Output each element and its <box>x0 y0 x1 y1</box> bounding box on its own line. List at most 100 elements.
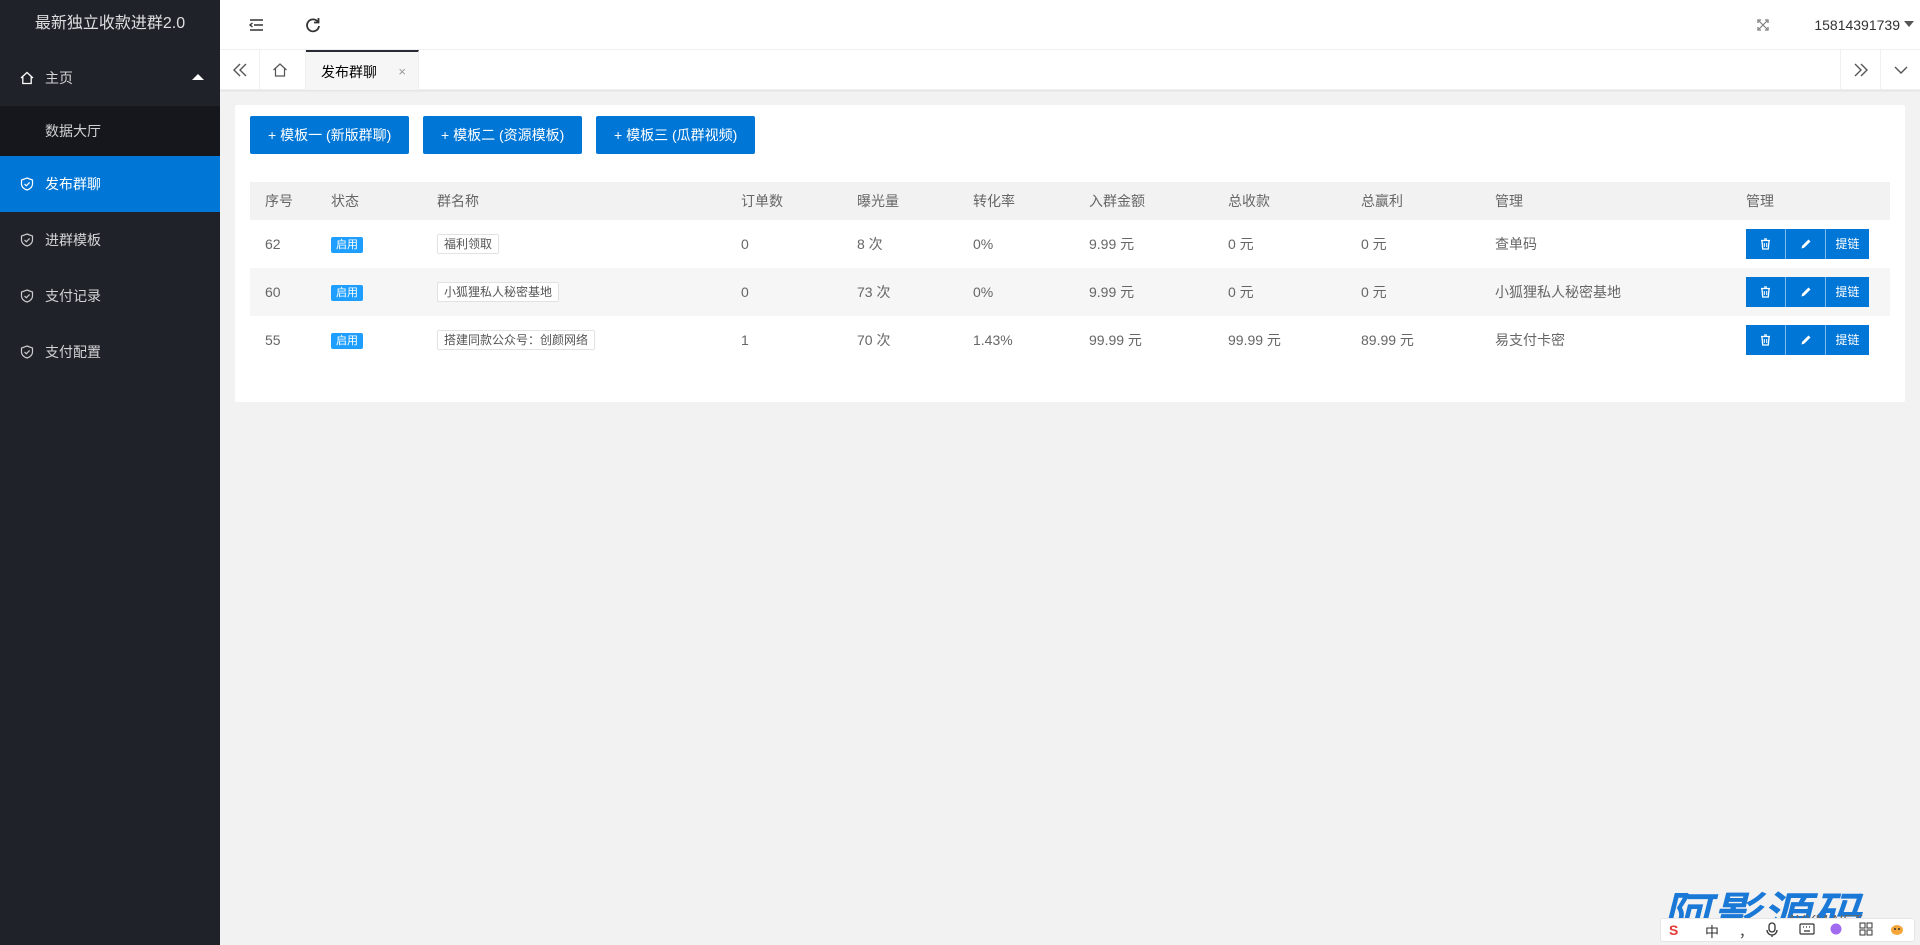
fullscreen-icon[interactable] <box>1752 14 1774 36</box>
status-badge: 启用 <box>331 285 363 301</box>
group-name-tag: 小狐狸私人秘密基地 <box>437 282 560 302</box>
edit-button[interactable] <box>1786 277 1826 307</box>
user-menu[interactable]: 15814391739 <box>1814 0 1914 50</box>
home-tab-icon[interactable] <box>260 50 306 90</box>
cell-profit: 0 元 <box>1361 236 1387 252</box>
sidebar-item-label: 支付配置 <box>45 344 101 360</box>
cell-orders: 1 <box>741 332 749 348</box>
cell-rate: 1.43% <box>973 332 1013 348</box>
edit-button[interactable] <box>1786 325 1826 355</box>
extract-link-button[interactable]: 提链 <box>1826 229 1869 259</box>
cell-price: 9.99 元 <box>1074 268 1213 316</box>
status-badge: 启用 <box>331 237 363 253</box>
extract-link-button[interactable]: 提链 <box>1826 277 1869 307</box>
shield-check-icon <box>20 177 34 191</box>
sidebar-submenu: 数据大厅 <box>0 106 220 156</box>
pencil-icon <box>1801 239 1810 249</box>
cell-views: 8 次 <box>857 236 883 252</box>
tab-publish-group[interactable]: 发布群聊 × <box>306 50 419 90</box>
keyboard-icon[interactable] <box>1799 922 1815 939</box>
sidebar-item-label: 进群模板 <box>45 232 101 248</box>
tabs-bar: 发布群聊 × <box>220 50 1920 90</box>
column-header: 状态 <box>316 182 422 220</box>
content-card: + 模板一 (新版群聊) + 模板二 (资源模板) + 模板三 (瓜群视频) 序… <box>235 105 1905 402</box>
tabs-scroll-right-icon[interactable] <box>1840 50 1880 90</box>
ime-logo-icon: S <box>1669 922 1679 938</box>
cell-id: 55 <box>265 332 281 348</box>
ime-punctuation-toggle[interactable]: ， <box>1739 922 1753 942</box>
ime-toolbar: S 中 ， <box>1660 918 1915 942</box>
row-actions: 提链 <box>1746 277 1869 307</box>
pencil-icon <box>1801 335 1810 345</box>
extract-link-button[interactable]: 提链 <box>1826 325 1869 355</box>
skin-icon[interactable] <box>1829 922 1843 939</box>
home-icon <box>20 71 34 85</box>
column-header: 管理 <box>1731 182 1890 220</box>
column-header: 曝光量 <box>842 182 958 220</box>
top-header: 15814391739 <box>220 0 1920 50</box>
user-name: 15814391739 <box>1814 17 1900 33</box>
menu-collapse-icon[interactable] <box>246 14 268 36</box>
sidebar: 最新独立收款进群2.0 主页 数据大厅 发布群聊 进群模板 支付记录 支付配置 <box>0 0 220 945</box>
row-actions: 提链 <box>1746 325 1869 355</box>
table-row: 60 启用 小狐狸私人秘密基地 0 73 次 0% 9.99 元 0 元 0 元… <box>250 268 1890 316</box>
cell-profit: 89.99 元 <box>1361 332 1414 348</box>
ime-language-toggle[interactable]: 中 <box>1705 922 1719 942</box>
pencil-icon <box>1801 287 1810 297</box>
refresh-icon[interactable] <box>302 14 324 36</box>
delete-button[interactable] <box>1746 229 1786 259</box>
sidebar-item-payment-config[interactable]: 支付配置 <box>0 324 220 380</box>
cell-manage: 查单码 <box>1495 236 1537 252</box>
caret-down-icon <box>1904 21 1914 27</box>
group-table: 序号 状态 群名称 订单数 曝光量 转化率 入群金额 总收款 总赢利 管理 管理… <box>250 182 1890 364</box>
cell-income: 99.99 元 <box>1228 332 1281 348</box>
app-title: 最新独立收款进群2.0 <box>0 0 220 50</box>
template-three-button[interactable]: + 模板三 (瓜群视频) <box>596 116 756 154</box>
sidebar-item-group-template[interactable]: 进群模板 <box>0 212 220 268</box>
cell-manage: 易支付卡密 <box>1495 332 1565 348</box>
template-one-button[interactable]: + 模板一 (新版群聊) <box>250 116 410 154</box>
cell-price: 99.99 元 <box>1089 332 1142 348</box>
chevron-up-icon <box>192 74 204 80</box>
group-name-tag: 搭建同款公众号：创颜网络 <box>437 330 596 350</box>
shield-check-icon <box>20 233 34 247</box>
sidebar-item-data-hall[interactable]: 数据大厅 <box>0 106 220 156</box>
delete-button[interactable] <box>1746 277 1786 307</box>
cell-price: 9.99 元 <box>1089 236 1135 252</box>
column-header: 总赢利 <box>1346 182 1480 220</box>
column-header: 群名称 <box>422 182 726 220</box>
shield-check-icon <box>20 289 34 303</box>
shield-check-icon <box>20 345 34 359</box>
table-row: 62 启用 福利领取 0 8 次 0% 9.99 元 0 元 0 元 查单码 提… <box>250 220 1890 268</box>
column-header: 总收款 <box>1213 182 1346 220</box>
microphone-icon[interactable] <box>1765 922 1779 941</box>
cell-orders: 0 <box>741 236 749 252</box>
tabs-scroll-left-icon[interactable] <box>220 50 260 90</box>
column-header: 转化率 <box>958 182 1074 220</box>
cell-income: 0 元 <box>1228 236 1254 252</box>
mascot-icon[interactable] <box>1889 922 1905 939</box>
sidebar-item-label: 主页 <box>45 70 73 86</box>
delete-button[interactable] <box>1746 325 1786 355</box>
table-row: 55 启用 搭建同款公众号：创颜网络 1 70 次 1.43% 99.99 元 … <box>250 316 1890 364</box>
sidebar-item-label: 发布群聊 <box>45 176 101 192</box>
trash-icon <box>1761 334 1770 346</box>
cell-rate: 0% <box>973 236 994 252</box>
tabs-menu-chevron-down-icon[interactable] <box>1880 50 1920 90</box>
column-header: 入群金额 <box>1074 182 1213 220</box>
sidebar-item-payment-records[interactable]: 支付记录 <box>0 268 220 324</box>
close-icon[interactable]: × <box>398 52 406 92</box>
sidebar-item-home[interactable]: 主页 <box>0 50 220 106</box>
grid-menu-icon[interactable] <box>1859 922 1873 939</box>
cell-id: 62 <box>265 236 281 252</box>
column-header: 管理 <box>1480 182 1731 220</box>
column-header: 序号 <box>250 182 316 220</box>
cell-views: 70 次 <box>857 332 891 348</box>
sidebar-item-publish-group[interactable]: 发布群聊 <box>0 156 220 212</box>
template-two-button[interactable]: + 模板二 (资源模板) <box>423 116 583 154</box>
tab-label: 发布群聊 <box>321 64 377 80</box>
cell-manage: 小狐狸私人秘密基地 <box>1480 268 1731 316</box>
edit-button[interactable] <box>1786 229 1826 259</box>
table-header-row: 序号 状态 群名称 订单数 曝光量 转化率 入群金额 总收款 总赢利 管理 管理 <box>250 182 1890 220</box>
cell-orders: 0 <box>726 268 842 316</box>
